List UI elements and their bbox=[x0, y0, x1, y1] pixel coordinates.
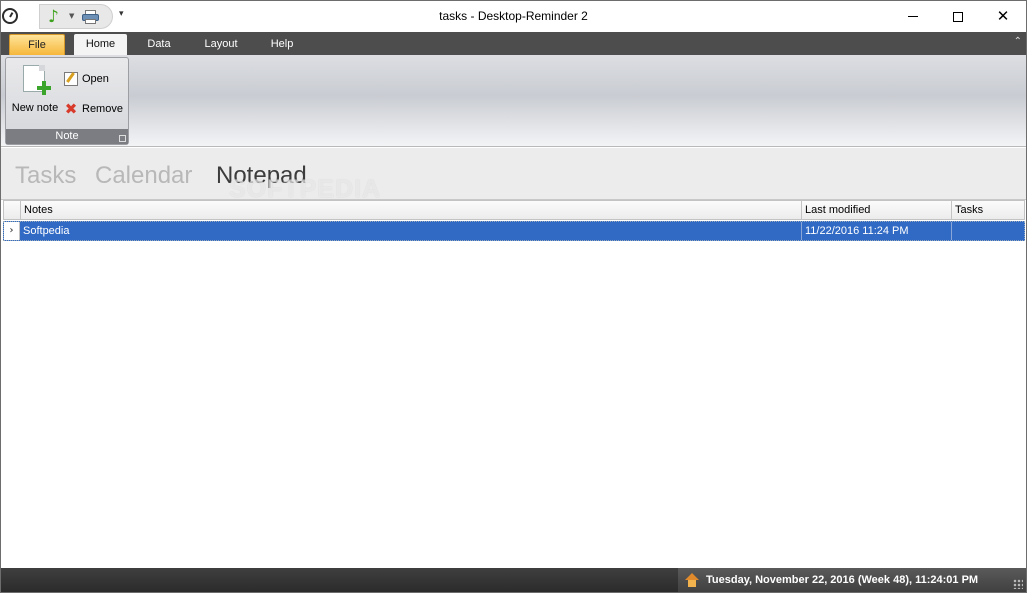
view-switcher: Tasks Calendar Notepad bbox=[1, 148, 1026, 200]
status-datetime-panel: Tuesday, November 22, 2016 (Week 48), 11… bbox=[678, 568, 1026, 592]
group-caption-label: Note bbox=[55, 130, 79, 142]
music-note-icon[interactable]: ♪ bbox=[48, 8, 66, 26]
plus-icon bbox=[37, 81, 51, 95]
row-indicator-header bbox=[4, 201, 20, 220]
view-tab-tasks[interactable]: Tasks bbox=[15, 162, 76, 190]
tab-layout[interactable]: Layout bbox=[196, 34, 246, 55]
cell-last-modified[interactable]: 11/22/2016 11:24 PM bbox=[801, 222, 951, 240]
title-bar: ♪ ▼ ▾ tasks - Desktop-Reminder 2 ✕ bbox=[1, 1, 1026, 32]
new-note-button[interactable]: New note bbox=[8, 62, 60, 118]
tab-home[interactable]: Home bbox=[74, 34, 127, 55]
view-tab-notepad[interactable]: Notepad bbox=[216, 162, 307, 190]
new-note-label: New note bbox=[11, 102, 59, 114]
close-button[interactable]: ✕ bbox=[980, 1, 1026, 32]
grid-header: Notes Last modified Tasks bbox=[3, 200, 1025, 220]
maximize-icon bbox=[953, 11, 963, 22]
pencil-icon bbox=[64, 72, 78, 86]
minimize-button[interactable] bbox=[890, 1, 936, 32]
open-button[interactable]: Open bbox=[64, 69, 109, 89]
dialog-launcher-icon[interactable] bbox=[119, 135, 126, 142]
column-header-notes[interactable]: Notes bbox=[20, 201, 801, 220]
column-header-tasks[interactable]: Tasks bbox=[951, 201, 1025, 220]
status-datetime: Tuesday, November 22, 2016 (Week 48), 11… bbox=[706, 574, 979, 586]
maximize-button[interactable] bbox=[935, 1, 981, 32]
remove-label: Remove bbox=[82, 103, 123, 115]
print-icon[interactable] bbox=[82, 10, 99, 24]
row-indicator-icon: › bbox=[4, 222, 20, 240]
app-window: ♪ ▼ ▾ tasks - Desktop-Reminder 2 ✕ File … bbox=[0, 0, 1027, 593]
remove-button[interactable]: ✖ Remove bbox=[64, 99, 123, 119]
notes-grid: Notes Last modified Tasks › Softpedia 11… bbox=[3, 200, 1025, 568]
ribbon-group-caption: Note bbox=[6, 129, 128, 144]
minimize-icon bbox=[908, 16, 918, 17]
ribbon-group-note: New note Open ✖ Remove Note bbox=[5, 57, 129, 145]
cell-notes[interactable]: Softpedia bbox=[20, 222, 801, 240]
tab-file[interactable]: File bbox=[9, 34, 65, 55]
remove-x-icon: ✖ bbox=[64, 100, 78, 118]
app-menu-button[interactable] bbox=[1, 1, 39, 32]
tab-data[interactable]: Data bbox=[139, 34, 179, 55]
cell-tasks[interactable] bbox=[951, 222, 1024, 240]
resize-grip-icon[interactable] bbox=[1013, 579, 1023, 589]
ribbon-panel: New note Open ✖ Remove Note bbox=[1, 55, 1026, 147]
home-icon bbox=[685, 573, 699, 587]
close-icon: ✕ bbox=[996, 7, 1010, 25]
status-bar: Tuesday, November 22, 2016 (Week 48), 11… bbox=[1, 568, 1026, 592]
ribbon-tab-bar: File Home Data Layout Help ⌃ bbox=[1, 32, 1026, 55]
clock-icon bbox=[2, 8, 18, 24]
quick-access-toolbar: ♪ ▼ bbox=[39, 4, 113, 29]
column-header-last-modified[interactable]: Last modified bbox=[801, 201, 951, 220]
customize-qat-button[interactable]: ▾ bbox=[119, 9, 124, 19]
view-tab-calendar[interactable]: Calendar bbox=[95, 162, 192, 190]
tab-help[interactable]: Help bbox=[263, 34, 301, 55]
collapse-ribbon-icon[interactable]: ⌃ bbox=[1014, 36, 1022, 48]
window-title: tasks - Desktop-Reminder 2 bbox=[439, 9, 588, 23]
open-label: Open bbox=[82, 73, 109, 85]
table-row[interactable]: › Softpedia 11/22/2016 11:24 PM bbox=[3, 221, 1025, 241]
chevron-down-icon[interactable]: ▼ bbox=[69, 12, 74, 20]
